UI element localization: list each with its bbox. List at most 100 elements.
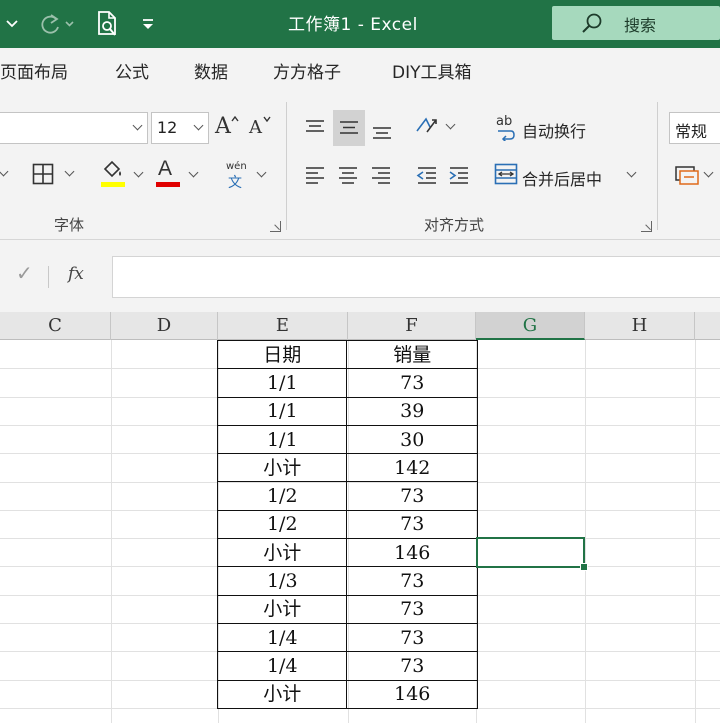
sales-cell[interactable]: 73 [346,622,478,653]
merge-center-label: 合并后居中 [522,170,603,189]
sales-cell[interactable]: 39 [346,396,478,426]
date-cell[interactable]: 小计 [216,453,348,483]
enter-check-icon[interactable]: ✓ [16,261,33,285]
redo-icon[interactable] [30,0,80,48]
arrow-down-icon [263,116,271,122]
sales-cell[interactable]: 142 [346,453,478,483]
sales-cell[interactable]: 73 [346,368,478,398]
column-header-f[interactable]: F [348,312,476,340]
wrap-text-label: 自动换行 [522,122,587,141]
wrap-text-button[interactable]: ab 自动换行 [492,112,602,144]
date-cell[interactable]: 1/1 [216,396,348,426]
alignment-dialog-launcher-icon[interactable] [641,221,652,232]
customize-quick-access-icon[interactable] [138,0,158,48]
active-cell-g7[interactable] [476,537,588,571]
accounting-format-button[interactable] [672,158,720,192]
phonetic-guide-button[interactable]: wén 文 [222,158,272,192]
decrease-indent-button[interactable] [412,158,442,192]
table-row: 1/3 73 [216,566,478,596]
bottom-align-button[interactable] [367,112,397,148]
font-name-combo[interactable] [0,112,148,144]
font-dialog-launcher-icon[interactable] [270,221,281,232]
merge-center-button[interactable]: 合并后居中 [492,158,642,192]
table-row: 小计 73 [216,594,478,624]
column-header-h[interactable]: H [585,312,695,340]
sales-cell[interactable]: 146 [346,679,478,709]
bottom-align-icon [373,127,391,139]
align-right-button[interactable] [366,158,396,192]
sales-cell[interactable]: 146 [346,538,478,568]
fill-handle[interactable] [580,563,588,571]
increase-font-size-button[interactable]: A [212,112,240,144]
chevron-down-icon [193,120,204,131]
worksheet-grid[interactable]: 日期 销量 1/1 73 1/1 39 1/1 30 小计 142 1/2 73 1/2 73 小计 14… [0,339,720,723]
header-cell-sales[interactable]: 销量 [346,339,478,370]
top-align-button[interactable] [300,112,330,144]
sales-cell[interactable]: 73 [346,594,478,624]
chevron-down-icon[interactable] [0,166,9,177]
decrease-font-size-button[interactable]: A [246,112,274,144]
align-left-icon [306,167,324,184]
undo-dropdown-icon[interactable] [4,0,20,48]
chevron-down-icon [188,167,199,178]
align-center-button[interactable] [333,158,363,192]
sales-cell[interactable]: 73 [346,566,478,596]
decrease-indent-icon [416,167,436,184]
ribbon-separator [286,102,287,230]
date-cell[interactable]: 1/2 [216,509,348,540]
table-row: 1/1 73 [216,368,478,398]
phonetic-top: wén [226,161,247,172]
column-header-c[interactable]: C [0,312,111,340]
font-size-combo[interactable]: 12 [151,112,209,144]
top-align-icon [306,120,324,132]
middle-align-icon [340,121,358,134]
font-color-button[interactable]: A [154,157,204,192]
search-box[interactable]: 搜索 [552,6,720,40]
middle-align-button[interactable] [333,110,365,146]
date-cell[interactable]: 1/4 [216,622,348,653]
date-cell[interactable]: 1/3 [216,566,348,596]
paint-bucket-icon [103,160,121,178]
increase-indent-icon [449,167,468,184]
table-row: 1/4 73 [216,651,478,681]
date-cell[interactable]: 小计 [216,538,348,568]
orientation-button[interactable] [410,110,460,144]
header-cell-date[interactable]: 日期 [216,339,348,370]
insert-function-icon[interactable]: fx [68,264,84,284]
print-preview-icon[interactable] [92,0,122,48]
date-cell[interactable]: 1/4 [216,651,348,681]
date-cell[interactable]: 1/1 [216,424,348,455]
column-header-e[interactable]: E [218,312,348,340]
tab-data[interactable]: 数据 [194,58,228,83]
date-cell[interactable]: 小计 [216,679,348,709]
align-left-button[interactable] [300,158,330,192]
align-right-icon [372,167,390,184]
formula-input[interactable] [112,256,720,298]
tab-fangfang-grid[interactable]: 方方格子 [273,58,341,83]
tab-diy-toolbox[interactable]: DIY工具箱 [392,58,472,83]
formula-divider [48,266,49,288]
date-cell[interactable]: 1/1 [216,368,348,398]
column-header-d[interactable]: D [111,312,218,340]
window-title: 工作簿1 - Excel [288,15,418,35]
font-color-letter: A [158,157,173,180]
ribbon-separator [657,102,658,230]
table-row: 1/2 73 [216,509,478,540]
ribbon: 12 A A A wén 文 字体 ab 自动换行 合并后居中 对齐方式 常规 [0,94,720,240]
sales-cell[interactable]: 73 [346,651,478,681]
column-header-g[interactable]: G [476,312,585,340]
sales-cell[interactable]: 73 [346,509,478,540]
date-cell[interactable]: 小计 [216,594,348,624]
column-headers: C D E F G H [0,312,720,340]
date-cell[interactable]: 1/2 [216,481,348,511]
borders-button[interactable] [28,158,80,190]
table-row: 1/4 73 [216,622,478,653]
increase-indent-button[interactable] [444,158,474,192]
tab-page-layout[interactable]: 页面布局 [0,58,68,83]
alignment-group-label: 对齐方式 [424,216,485,234]
tab-formulas[interactable]: 公式 [115,58,149,83]
fill-color-button[interactable] [98,158,148,192]
number-format-combo[interactable]: 常规 [669,112,720,144]
sales-cell[interactable]: 73 [346,481,478,511]
sales-cell[interactable]: 30 [346,424,478,455]
